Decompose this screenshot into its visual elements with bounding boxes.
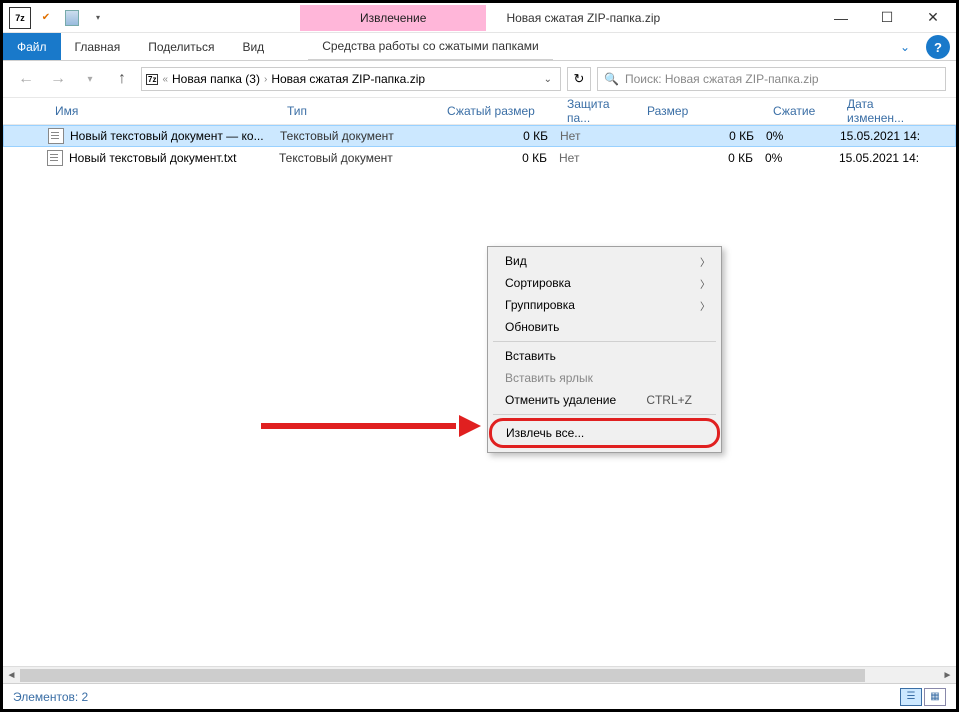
- ribbon-expand-icon[interactable]: ⌄: [890, 33, 920, 60]
- submenu-arrow-icon: 〉: [700, 298, 710, 313]
- file-protected: Нет: [559, 151, 639, 165]
- chevron-right-icon[interactable]: ›: [264, 74, 267, 85]
- menu-separator: [493, 341, 716, 342]
- navigation-bar: ← → ▾ ↑ 7z « Новая папка (3) › Новая сжа…: [3, 61, 956, 97]
- submenu-arrow-icon: 〉: [700, 276, 710, 291]
- quick-access-toolbar: 7z ✔ ▾: [3, 7, 115, 29]
- col-size[interactable]: Размер: [639, 104, 765, 118]
- file-row[interactable]: Новый текстовый документ — ко... Текстов…: [3, 125, 956, 147]
- title-bar: 7z ✔ ▾ Извлечение Новая сжатая ZIP-папка…: [3, 3, 956, 33]
- menu-paste-shortcut: Вставить ярлык: [491, 367, 718, 389]
- file-row[interactable]: Новый текстовый документ.txt Текстовый д…: [3, 147, 956, 169]
- menu-view[interactable]: Вид〉: [491, 250, 718, 272]
- breadcrumb-segment[interactable]: Новая папка (3): [172, 72, 260, 86]
- close-button[interactable]: ✕: [910, 3, 956, 33]
- file-protected: Нет: [560, 129, 640, 143]
- file-type: Текстовый документ: [280, 129, 440, 143]
- menu-shortcut: CTRL+Z: [646, 393, 692, 407]
- maximize-button[interactable]: ☐: [864, 3, 910, 33]
- tab-share[interactable]: Поделиться: [134, 33, 228, 60]
- scroll-left-icon[interactable]: ◄: [3, 667, 20, 683]
- column-headers: Имя Тип Сжатый размер Защита па... Разме…: [3, 97, 956, 125]
- col-name[interactable]: Имя: [47, 104, 279, 118]
- search-icon: 🔍: [604, 72, 619, 86]
- scroll-right-icon[interactable]: ►: [939, 667, 956, 683]
- help-icon[interactable]: ?: [926, 35, 950, 59]
- menu-sort[interactable]: Сортировка〉: [491, 272, 718, 294]
- scrollbar-thumb[interactable]: [20, 669, 865, 682]
- file-date: 15.05.2021 14:: [839, 151, 929, 165]
- explorer-window: 7z ✔ ▾ Извлечение Новая сжатая ZIP-папка…: [0, 0, 959, 712]
- new-folder-icon[interactable]: [61, 7, 83, 29]
- menu-separator: [493, 414, 716, 415]
- forward-button[interactable]: →: [45, 66, 71, 92]
- tab-home[interactable]: Главная: [61, 33, 135, 60]
- annotation-arrow: [261, 419, 481, 433]
- address-dropdown-icon[interactable]: ⌄: [540, 74, 556, 85]
- col-compressed-size[interactable]: Сжатый размер: [439, 104, 559, 118]
- view-mode-switcher: ☰ ▦: [900, 688, 946, 706]
- file-compression: 0%: [766, 129, 840, 143]
- horizontal-scrollbar[interactable]: ◄ ►: [3, 666, 956, 683]
- details-view-icon[interactable]: ☰: [900, 688, 922, 706]
- file-type: Текстовый документ: [279, 151, 439, 165]
- app-icon-7z[interactable]: 7z: [9, 7, 31, 29]
- window-controls: ― ☐ ✕: [818, 3, 956, 33]
- archive-icon: 7z: [146, 74, 158, 85]
- submenu-arrow-icon: 〉: [700, 254, 710, 269]
- file-compression: 0%: [765, 151, 839, 165]
- window-title: Новая сжатая ZIP-папка.zip: [486, 11, 818, 25]
- up-button[interactable]: ↑: [109, 66, 135, 92]
- menu-paste[interactable]: Вставить: [491, 345, 718, 367]
- search-input[interactable]: 🔍 Поиск: Новая сжатая ZIP-папка.zip: [597, 67, 946, 91]
- col-compression[interactable]: Сжатие: [765, 104, 839, 118]
- col-type[interactable]: Тип: [279, 104, 439, 118]
- file-size: 0 КБ: [639, 151, 765, 165]
- file-list: Новый текстовый документ — ко... Текстов…: [3, 125, 956, 169]
- tab-view[interactable]: Вид: [228, 33, 278, 60]
- address-bar[interactable]: 7z « Новая папка (3) › Новая сжатая ZIP-…: [141, 67, 561, 91]
- file-size: 0 КБ: [640, 129, 766, 143]
- text-file-icon: [48, 128, 64, 144]
- breadcrumb-segment[interactable]: Новая сжатая ZIP-папка.zip: [271, 72, 425, 86]
- refresh-button[interactable]: ↻: [567, 67, 591, 91]
- menu-refresh[interactable]: Обновить: [491, 316, 718, 338]
- minimize-button[interactable]: ―: [818, 3, 864, 33]
- qat-dropdown-icon[interactable]: ▾: [87, 7, 109, 29]
- file-name: Новый текстовый документ — ко...: [70, 129, 280, 143]
- file-date: 15.05.2021 14:: [840, 129, 930, 143]
- highlighted-menu-item: Извлечь все...: [489, 418, 720, 448]
- menu-group[interactable]: Группировка〉: [491, 294, 718, 316]
- context-menu: Вид〉 Сортировка〉 Группировка〉 Обновить В…: [487, 246, 722, 453]
- menu-undo-delete[interactable]: Отменить удалениеCTRL+Z: [491, 389, 718, 411]
- breadcrumb-overflow-icon[interactable]: «: [162, 74, 168, 85]
- menu-extract-all[interactable]: Извлечь все...: [492, 421, 717, 445]
- col-date-modified[interactable]: Дата изменен...: [839, 97, 929, 125]
- recent-locations-dropdown[interactable]: ▾: [77, 66, 103, 92]
- item-count: Элементов: 2: [13, 690, 88, 704]
- file-compressed-size: 0 КБ: [439, 151, 559, 165]
- ribbon-tabs: Файл Главная Поделиться Вид Средства раб…: [3, 33, 956, 61]
- tab-file[interactable]: Файл: [3, 33, 61, 60]
- col-password-protected[interactable]: Защита па...: [559, 97, 639, 125]
- large-icons-view-icon[interactable]: ▦: [924, 688, 946, 706]
- properties-icon[interactable]: ✔: [35, 7, 57, 29]
- status-bar: Элементов: 2 ☰ ▦: [3, 683, 956, 709]
- search-placeholder: Поиск: Новая сжатая ZIP-папка.zip: [625, 72, 819, 86]
- back-button[interactable]: ←: [13, 66, 39, 92]
- file-compressed-size: 0 КБ: [440, 129, 560, 143]
- contextual-tab-extract[interactable]: Извлечение: [300, 5, 486, 31]
- tab-compressed-tools[interactable]: Средства работы со сжатыми папками: [308, 33, 553, 60]
- file-name: Новый текстовый документ.txt: [69, 151, 279, 165]
- text-file-icon: [47, 150, 63, 166]
